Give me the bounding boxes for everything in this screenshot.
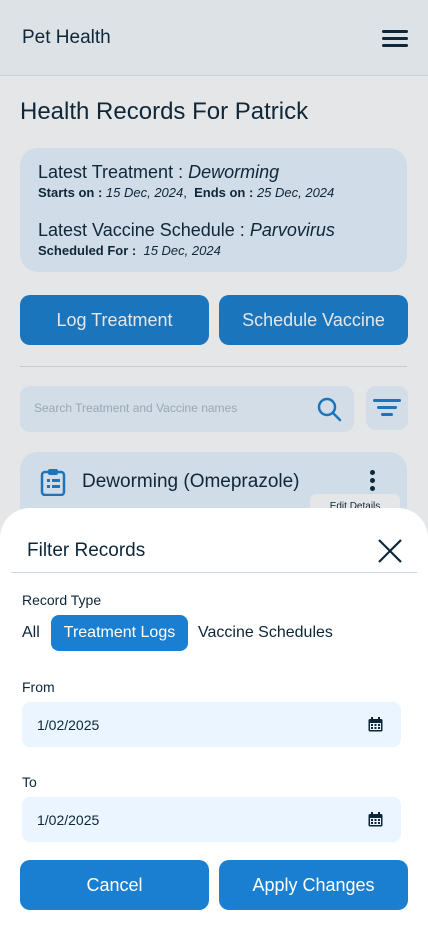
sheet-divider xyxy=(11,572,417,573)
cancel-button[interactable]: Cancel xyxy=(20,860,209,910)
calendar-icon[interactable] xyxy=(368,812,383,827)
to-label: To xyxy=(22,774,37,790)
from-label: From xyxy=(22,679,55,695)
from-date-value: 1/02/2025 xyxy=(37,717,100,733)
filter-sheet: Filter Records Record Type All Treatment… xyxy=(0,508,428,926)
from-date-field[interactable]: 1/02/2025 xyxy=(22,702,401,747)
to-date-value: 1/02/2025 xyxy=(37,812,100,828)
apply-changes-button[interactable]: Apply Changes xyxy=(219,860,408,910)
chip-all[interactable]: All xyxy=(22,615,40,651)
close-icon[interactable] xyxy=(377,538,403,564)
record-type-label: Record Type xyxy=(22,592,102,608)
filter-title: Filter Records xyxy=(27,540,146,561)
chip-vaccine-schedules[interactable]: Vaccine Schedules xyxy=(198,615,333,651)
to-date-field[interactable]: 1/02/2025 xyxy=(22,797,401,842)
calendar-icon[interactable] xyxy=(368,717,383,732)
chip-treatment-logs[interactable]: Treatment Logs xyxy=(51,615,188,651)
